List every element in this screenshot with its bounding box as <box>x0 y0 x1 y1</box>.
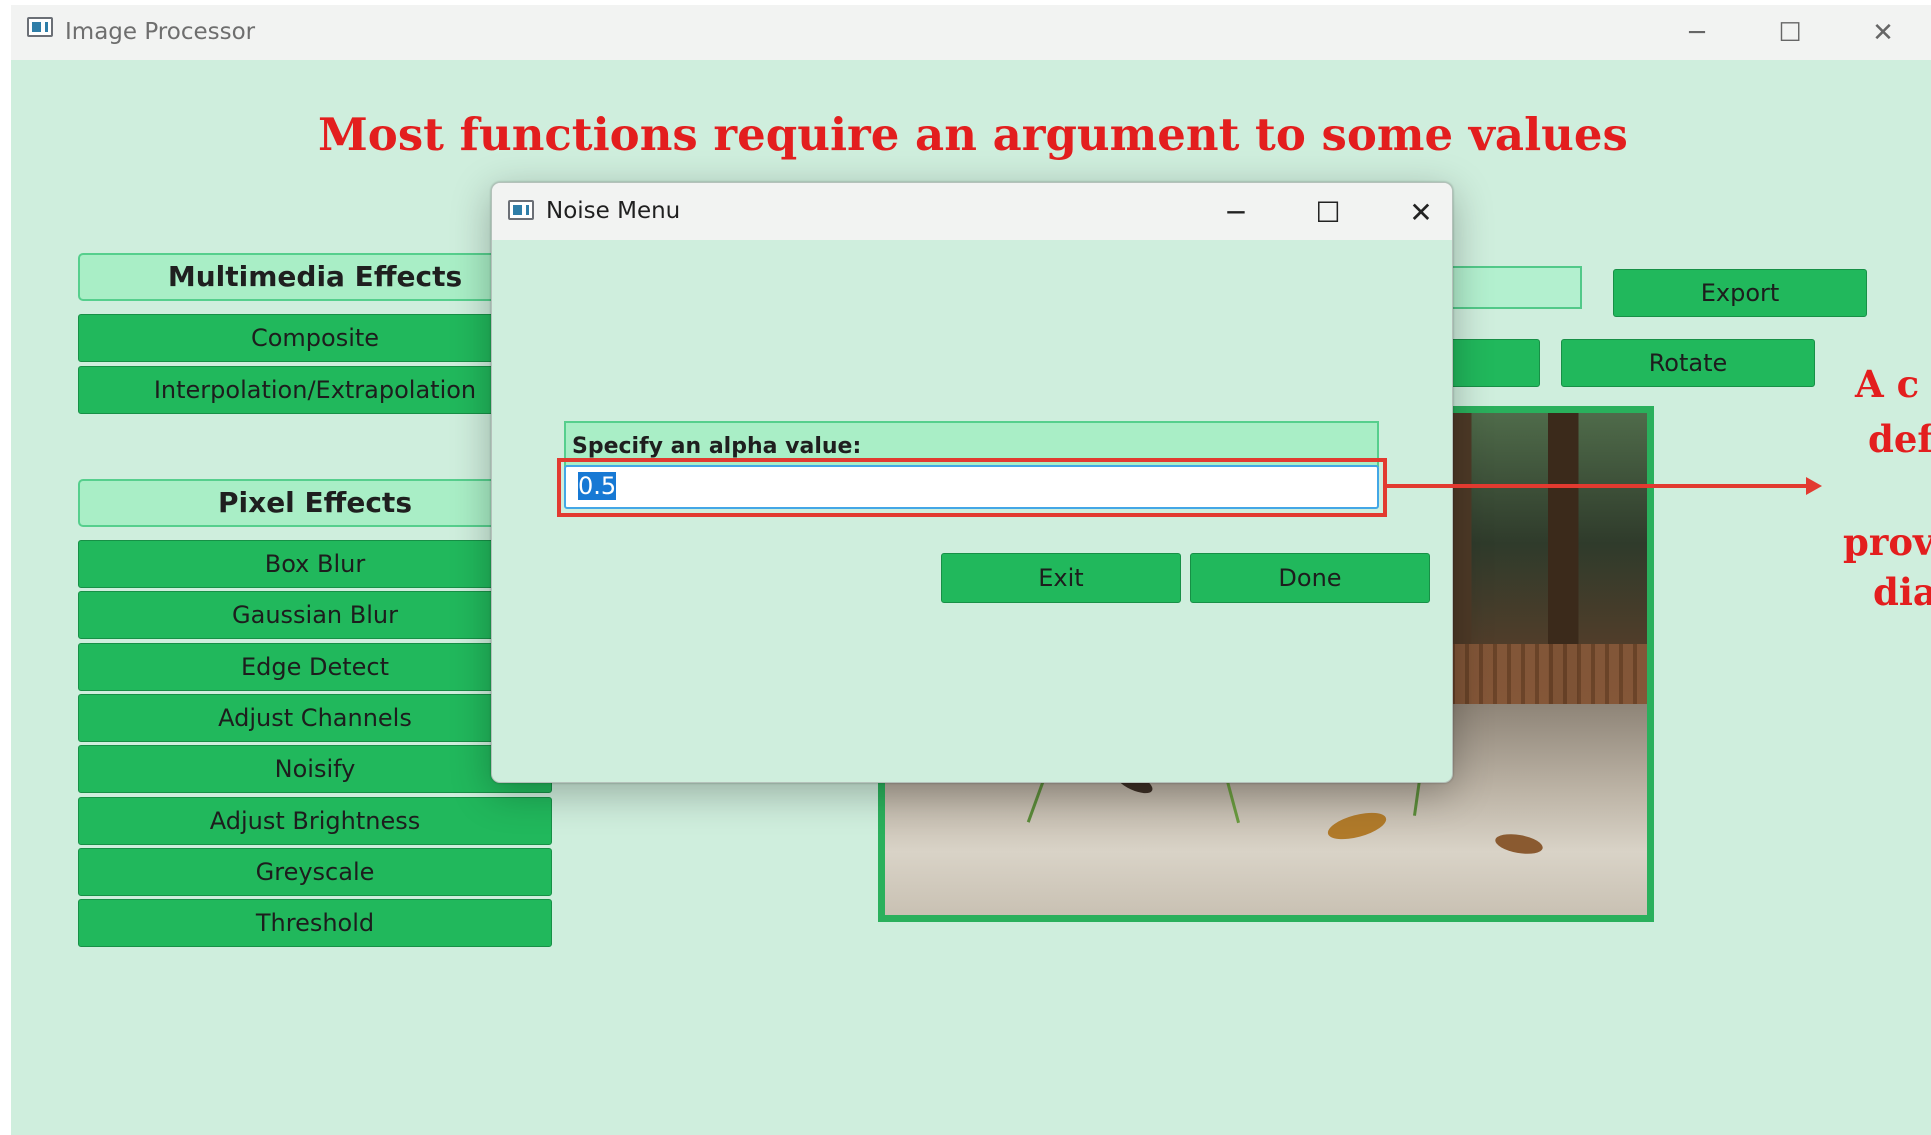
annotation-text-line: A c <box>1855 362 1920 406</box>
noisify-button[interactable]: Noisify <box>78 745 552 793</box>
close-button[interactable]: ✕ <box>1863 15 1903 51</box>
multimedia-effects-title: Multimedia Effects <box>78 253 552 301</box>
pixel-effects-title: Pixel Effects <box>78 479 552 527</box>
rotate-button[interactable]: Rotate <box>1561 339 1815 387</box>
composite-button[interactable]: Composite <box>78 314 552 362</box>
dialog-maximize-button[interactable]: ☐ <box>1308 195 1348 231</box>
dialog-minimize-button[interactable]: ─ <box>1216 195 1256 231</box>
export-button[interactable]: Export <box>1613 269 1867 317</box>
alpha-value-input[interactable]: 0.5 <box>564 465 1379 509</box>
annotation-arrow-line <box>1386 484 1810 488</box>
annotation-text-line: dia <box>1873 570 1931 614</box>
box-blur-button[interactable]: Box Blur <box>78 540 552 588</box>
dialog-title: Noise Menu <box>546 198 681 224</box>
noise-menu-dialog: Noise Menu ─ ☐ ✕ Specify an alpha value:… <box>491 182 1453 783</box>
gaussian-blur-button[interactable]: Gaussian Blur <box>78 591 552 639</box>
alpha-value-label: Specify an alpha value: <box>564 421 1379 467</box>
annotation-text-line: prov <box>1843 520 1931 564</box>
window-title: Image Processor <box>65 19 256 45</box>
adjust-brightness-button[interactable]: Adjust Brightness <box>78 797 552 845</box>
annotation-text-line: def <box>1868 417 1931 461</box>
interpolation-extrapolation-button[interactable]: Interpolation/Extrapolation <box>78 366 552 414</box>
maximize-button[interactable]: ☐ <box>1770 15 1810 51</box>
dialog-window-icon <box>508 200 534 220</box>
adjust-channels-button[interactable]: Adjust Channels <box>78 694 552 742</box>
dialog-close-button[interactable]: ✕ <box>1401 195 1441 231</box>
exit-button[interactable]: Exit <box>941 553 1181 603</box>
annotation-arrow-head <box>1806 477 1822 495</box>
done-button[interactable]: Done <box>1190 553 1430 603</box>
edge-detect-button[interactable]: Edge Detect <box>78 643 552 691</box>
minimize-button[interactable]: ─ <box>1677 15 1717 51</box>
dialog-title-bar: Noise Menu ─ ☐ ✕ <box>492 183 1452 240</box>
threshold-button[interactable]: Threshold <box>78 899 552 947</box>
title-bar: Image Processor ─ ☐ ✕ <box>11 5 1931 60</box>
alpha-value-text: 0.5 <box>578 472 617 500</box>
app-window-icon <box>27 17 53 37</box>
annotation-heading: Most functions require an argument to so… <box>318 108 1628 161</box>
greyscale-button[interactable]: Greyscale <box>78 848 552 896</box>
